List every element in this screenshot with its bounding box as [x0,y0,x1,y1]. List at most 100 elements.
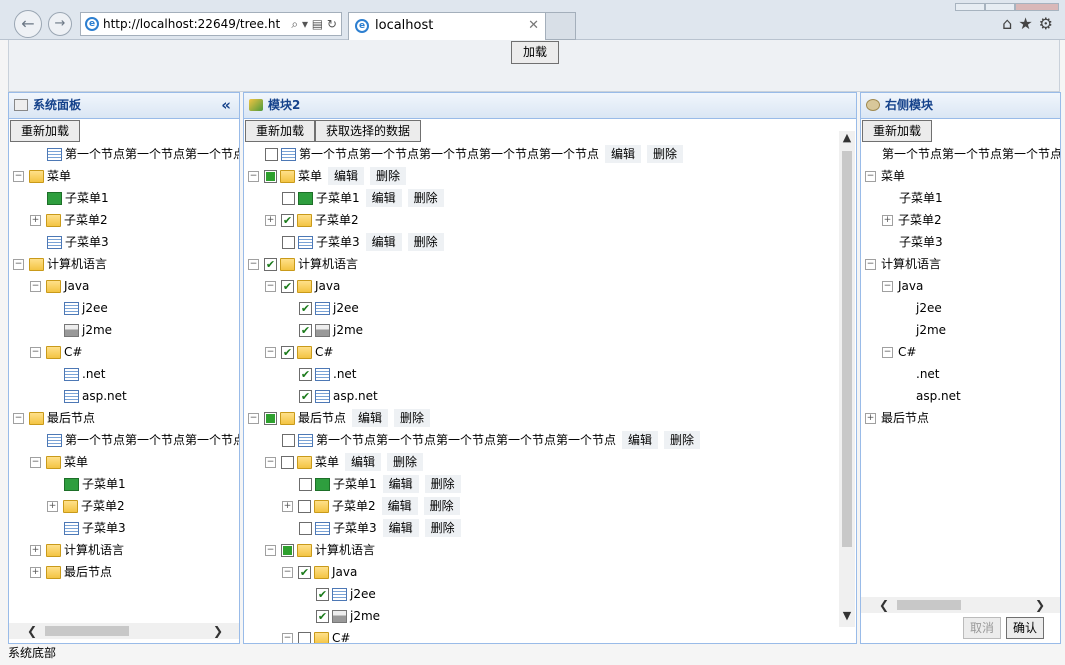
center-vertical-scrollbar[interactable]: ▲ ▼ [839,131,855,627]
expand-icon[interactable]: + [30,567,41,578]
tree-node[interactable]: − Java [30,275,89,297]
tree-node[interactable]: 第一个节点第一个节点第一个节点 [865,143,1060,165]
collapse-icon[interactable]: − [282,567,293,578]
new-tab-button[interactable] [546,12,576,40]
expand-icon[interactable]: + [47,501,58,512]
delete-button[interactable]: 删除 [394,409,431,427]
tree-node[interactable]: asp.net [899,385,961,407]
expand-icon[interactable]: + [265,215,276,226]
collapse-icon[interactable]: − [865,171,876,182]
delete-button[interactable]: 删除 [647,145,684,163]
confirm-button[interactable]: 确认 [1006,617,1045,639]
tree-node[interactable]: 第一个节点第一个节点第一个节点第一个节点 [30,429,239,451]
expand-icon[interactable]: + [865,413,876,424]
tree-node[interactable]: j2ee [899,297,942,319]
tree-node[interactable]: asp.net [47,385,127,407]
delete-button[interactable]: 删除 [387,453,424,471]
node-checkbox[interactable]: ✔ [299,324,312,337]
tree-node[interactable]: 子菜单3 [30,231,109,253]
scroll-thumb[interactable] [45,626,129,636]
settings-gear-icon[interactable]: ⚙ [1039,14,1059,33]
tree-node[interactable]: + 计算机语言 [30,539,124,561]
scroll-thumb[interactable] [842,151,852,547]
tree-node[interactable]: 子菜单3 [47,517,126,539]
tree-node[interactable]: − ✔ Java [265,275,340,297]
collapse-icon[interactable]: − [13,171,24,182]
forward-icon[interactable]: → [48,12,72,36]
scroll-left-icon[interactable]: ❮ [27,623,37,639]
tree-node[interactable]: ✔ asp.net [282,385,378,407]
browser-tab[interactable]: e localhost ✕ [348,12,546,40]
tree-node[interactable]: 子菜单3 编辑 删除 [265,231,444,253]
edit-button[interactable]: 编辑 [381,497,418,515]
edit-button[interactable]: 编辑 [382,475,419,493]
node-checkbox[interactable] [281,456,294,469]
delete-button[interactable]: 删除 [424,519,461,537]
collapse-icon[interactable]: − [882,281,893,292]
load-button[interactable]: 加载 [511,41,559,64]
node-checkbox[interactable] [299,522,312,535]
tree-node[interactable]: − 菜单 编辑 删除 [265,451,424,473]
tree-node[interactable]: ✔ j2me [299,605,380,627]
collapse-icon[interactable]: − [30,347,41,358]
collapse-icon[interactable]: − [865,259,876,270]
node-checkbox[interactable] [281,544,294,557]
scroll-right-icon[interactable]: ❯ [1035,597,1045,613]
tree-node[interactable]: ✔ j2ee [299,583,376,605]
collapse-icon[interactable]: − [282,633,293,643]
node-checkbox[interactable] [299,478,312,491]
node-checkbox[interactable] [264,170,277,183]
tree-node[interactable]: + ✔ 子菜单2 [265,209,359,231]
edit-button[interactable]: 编辑 [605,145,642,163]
tree-node[interactable]: − C# [282,627,350,643]
node-checkbox[interactable]: ✔ [299,368,312,381]
tree-node[interactable]: − 最后节点 编辑 删除 [248,407,431,429]
node-checkbox[interactable] [264,412,277,425]
edit-button[interactable]: 编辑 [352,409,389,427]
edit-button[interactable]: 编辑 [345,453,382,471]
delete-button[interactable]: 删除 [423,497,460,515]
tree-node[interactable]: j2me [47,319,112,341]
tree-node[interactable]: ✔ .net [282,363,357,385]
maximize-button[interactable] [985,3,1015,11]
center-reload-button[interactable]: 重新加载 [245,120,316,142]
tree-node[interactable]: − C# [882,341,916,363]
address-tools[interactable]: ⌕ ▾ ▤ ↻ [289,13,337,35]
expand-icon[interactable]: + [30,545,41,556]
tree-node[interactable]: .net [899,363,940,385]
tree-node[interactable]: − 菜单 [13,165,71,187]
left-reload-button[interactable]: 重新加载 [10,120,81,142]
tree-node[interactable]: − 菜单 编辑 删除 [248,165,407,187]
tree-node[interactable]: − C# [30,341,82,363]
collapse-icon[interactable]: − [30,457,41,468]
collapse-icon[interactable]: − [882,347,893,358]
tree-node[interactable]: 子菜单1 编辑 删除 [265,187,444,209]
tree-node[interactable]: j2ee [47,297,108,319]
node-checkbox[interactable] [265,148,278,161]
tree-node[interactable]: 第一个节点第一个节点第一个节点第一个节点第一个节点 编辑 删除 [265,429,701,451]
node-checkbox[interactable] [298,500,311,513]
edit-button[interactable]: 编辑 [382,519,419,537]
node-checkbox[interactable]: ✔ [281,214,294,227]
expand-icon[interactable]: + [882,215,893,226]
collapse-icon[interactable]: − [248,413,259,424]
close-tab-icon[interactable]: ✕ [528,13,539,39]
tree-node[interactable]: − 计算机语言 [865,253,941,275]
collapse-icon[interactable]: − [13,259,24,270]
collapse-icon[interactable]: − [265,347,276,358]
node-checkbox[interactable] [298,632,311,643]
delete-button[interactable]: 删除 [370,167,407,185]
left-horizontal-scrollbar[interactable]: ❮ ❯ [9,623,239,639]
tree-node[interactable]: 第一个节点第一个节点第一个节点第一个节点 [30,143,239,165]
tree-node[interactable]: 子菜单1 [30,187,109,209]
tree-node[interactable]: + 子菜单2 [882,209,942,231]
tree-node[interactable]: − 菜单 [30,451,88,473]
scroll-right-icon[interactable]: ❯ [213,623,223,639]
tree-node[interactable]: − 最后节点 [13,407,95,429]
tree-node[interactable]: − Java [882,275,923,297]
tree-node[interactable]: + 子菜单2 [47,495,125,517]
delete-button[interactable]: 删除 [424,475,461,493]
collapse-icon[interactable]: − [265,457,276,468]
scroll-up-icon[interactable]: ▲ [839,131,855,144]
tree-node[interactable]: 子菜单1 [47,473,126,495]
